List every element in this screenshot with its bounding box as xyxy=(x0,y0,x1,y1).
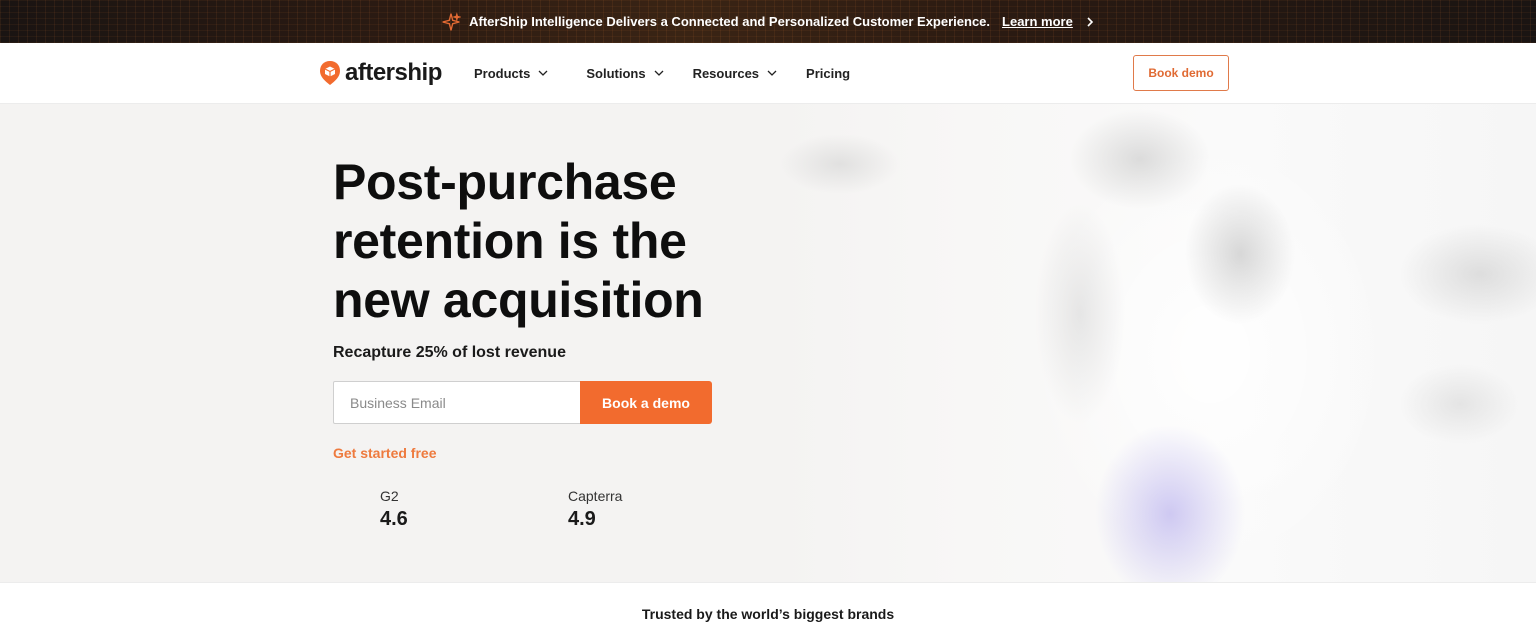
nav-menu: Products Solutions Resources Pricing xyxy=(474,43,850,103)
logo-text: aftership xyxy=(345,59,442,86)
trusted-brands-heading: Trusted by the world’s biggest brands xyxy=(641,606,895,622)
nav-item-solutions[interactable]: Solutions xyxy=(586,65,664,81)
rating-score: 4.9 xyxy=(568,508,596,530)
hero-subhead: Recapture 25% of lost revenue xyxy=(333,344,566,361)
learn-more-link[interactable]: Learn more xyxy=(1002,14,1073,29)
logo-mark-icon xyxy=(320,61,340,85)
nav-item-pricing[interactable]: Pricing xyxy=(806,66,850,81)
book-demo-button[interactable]: Book demo xyxy=(1133,55,1229,91)
book-a-demo-button[interactable]: Book a demo xyxy=(580,381,712,424)
hero-section: Post-purchase retention is the new acqui… xyxy=(0,104,1536,582)
rating-score: 4.6 xyxy=(380,508,408,530)
hero-background-art xyxy=(780,104,1536,582)
nav-item-label: Pricing xyxy=(806,65,851,81)
hero-headline: Post-purchase retention is the new acqui… xyxy=(333,154,704,328)
nav-item-label: Products xyxy=(474,65,531,81)
nav-item-resources[interactable]: Resources xyxy=(693,66,777,81)
rating-source: G2 xyxy=(380,488,399,504)
announcement-bar: AfterShip Intelligence Delivers a Connec… xyxy=(0,0,1536,43)
announcement-message: AfterShip Intelligence Delivers a Connec… xyxy=(469,14,991,29)
get-started-free-link[interactable]: Get started free xyxy=(333,445,436,461)
nav-item-label: Resources xyxy=(692,65,760,81)
main-nav: aftership Products Solutions Resources P… xyxy=(0,43,1536,104)
trusted-brands-section: Trusted by the world’s biggest brands xyxy=(0,582,1536,642)
business-email-input[interactable] xyxy=(333,381,581,424)
rating-g2: G2 4.6 xyxy=(380,488,408,531)
chevron-down-icon xyxy=(767,70,777,76)
chevron-down-icon xyxy=(654,70,664,76)
logo[interactable]: aftership xyxy=(319,59,442,87)
nav-item-products[interactable]: Products xyxy=(474,66,548,81)
sparkle-icon xyxy=(442,11,462,30)
rating-capterra: Capterra 4.9 xyxy=(568,488,622,531)
nav-item-label: Solutions xyxy=(586,65,646,81)
chevron-right-icon xyxy=(1087,16,1093,27)
rating-source: Capterra xyxy=(568,488,623,504)
announcement-content[interactable]: AfterShip Intelligence Delivers a Connec… xyxy=(441,11,1095,32)
chevron-down-icon xyxy=(538,70,548,76)
